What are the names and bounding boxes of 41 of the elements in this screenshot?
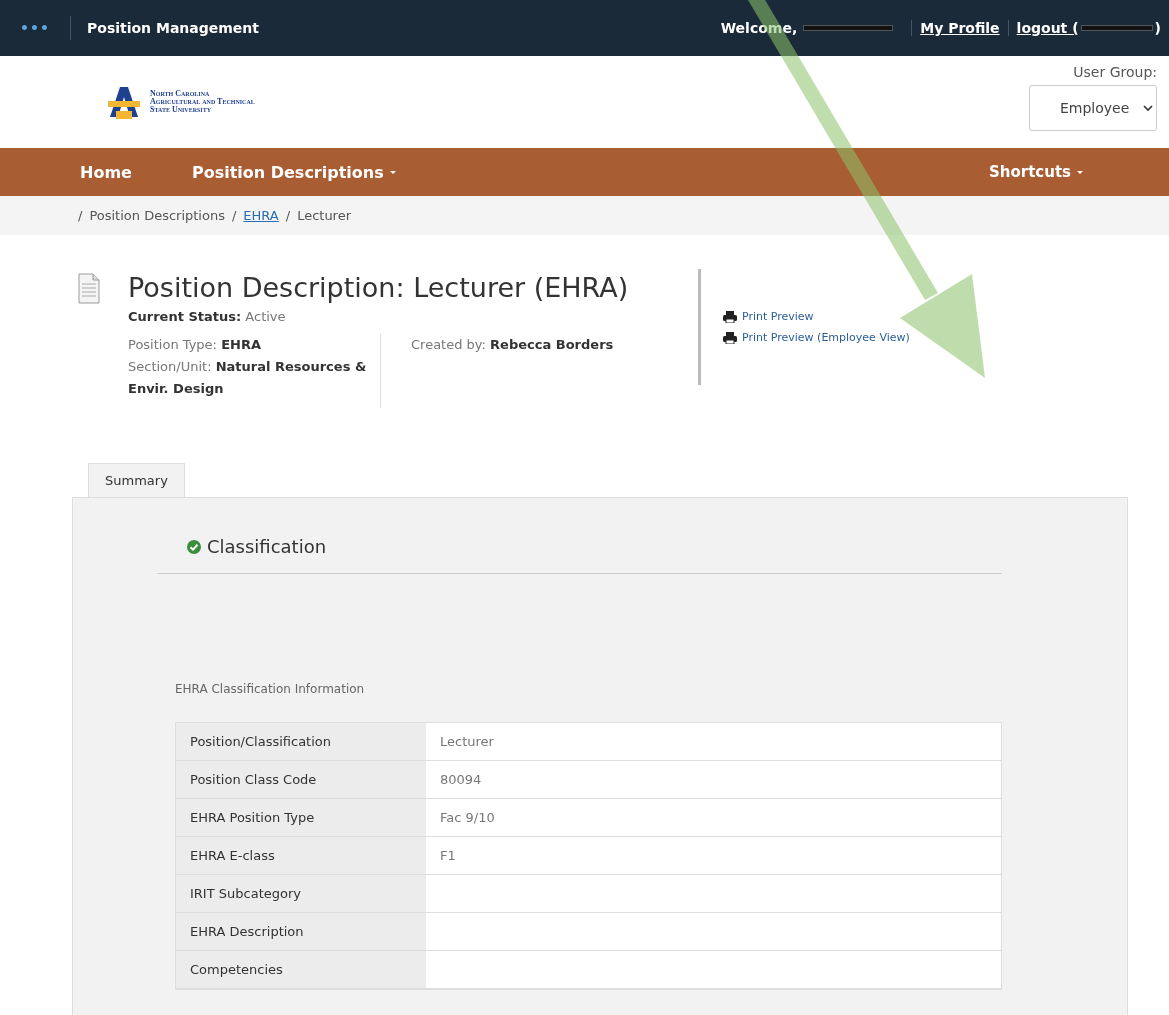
top-link[interactable]: logout ( [1016, 20, 1079, 36]
row-label: Position/Classification [176, 723, 426, 760]
breadcrumb-separator: / [78, 208, 83, 223]
field-text: Position Type: EHRA [128, 336, 262, 354]
breadcrumb-separator: / [285, 208, 291, 223]
nav-link[interactable]: Shortcuts [988, 163, 1083, 181]
welcome-text: Welcome, [720, 20, 798, 36]
breadcrumb-item: Position Descriptions [89, 208, 225, 223]
table-cell: Fac 9/10 [426, 799, 1001, 836]
table-cell: F1 [426, 837, 1001, 874]
logo-text: North Carolina [150, 90, 211, 98]
link-text: ) [1154, 20, 1161, 36]
status-text: Current Status: Active [128, 309, 287, 324]
table-caption: EHRA Classification Information [175, 682, 366, 696]
table-cell: 80094 [426, 761, 1001, 798]
app-title: Position Management [86, 20, 259, 36]
row-label: EHRA Description [176, 913, 426, 950]
nav-link[interactable]: Home [80, 162, 132, 182]
print-link[interactable]: Print Preview (Employee View) [723, 331, 910, 344]
row-label: Competencies [176, 951, 426, 988]
table-cell: Lecturer [426, 723, 1001, 760]
row-label: EHRA Position Type [176, 799, 426, 836]
row-label: EHRA E-class [176, 837, 426, 874]
breadcrumb-link[interactable]: EHRA [243, 208, 279, 223]
field-text: Section/Unit: Natural Resources & Envir. Design [128, 358, 368, 398]
nav-link[interactable]: Position Descriptions [191, 162, 396, 182]
row-label: Position Class Code [176, 761, 426, 798]
logo-text: State University [150, 106, 213, 114]
tab[interactable]: Summary [88, 463, 185, 497]
print-link[interactable]: Print Preview [723, 310, 910, 323]
top-link[interactable]: My Profile [920, 20, 1000, 36]
created-by-text: Created by: Rebecca Borders [411, 336, 614, 354]
logo-text: Agricultural and Technical [150, 98, 255, 106]
user-group-select[interactable]: Employee [1029, 85, 1157, 131]
menu-button[interactable]: ••• [0, 16, 71, 40]
row-label: IRIT Subcategory [176, 875, 426, 912]
breadcrumb-separator: / [231, 208, 237, 223]
page-title: Position Description: Lecturer (EHRA) [128, 271, 630, 305]
field-label: User Group: [1073, 64, 1157, 80]
breadcrumb-item: Lecturer [297, 208, 352, 223]
section-title: Classification [207, 536, 327, 557]
